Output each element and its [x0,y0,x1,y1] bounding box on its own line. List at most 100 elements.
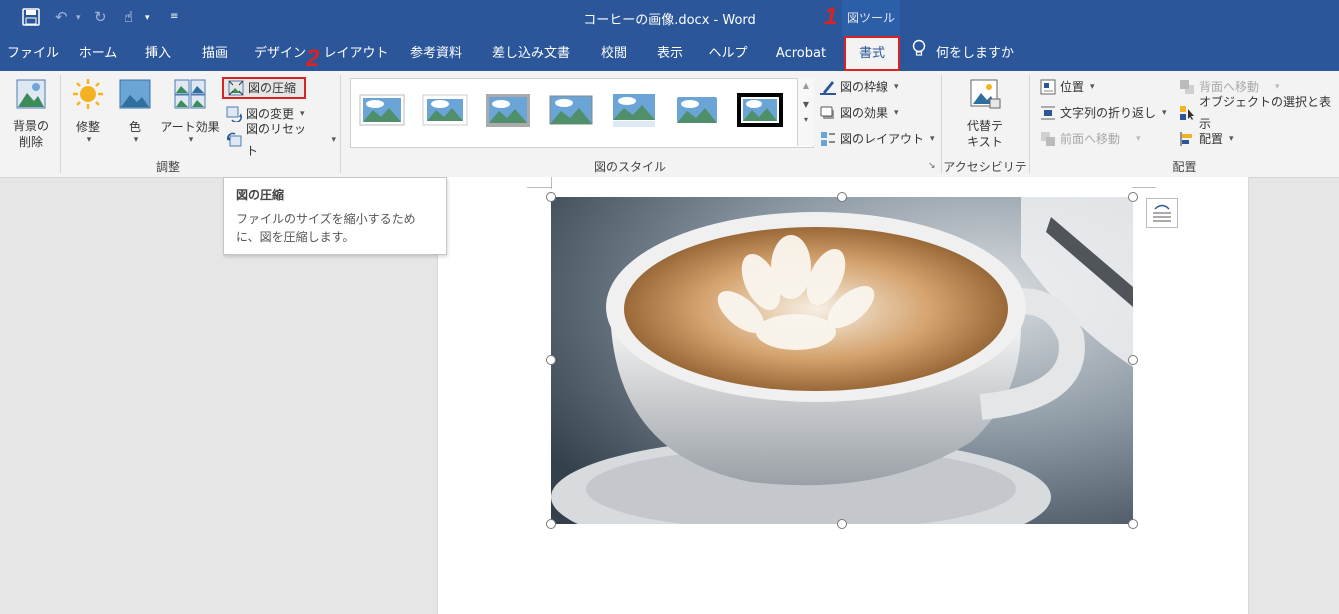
wrap-text-button[interactable]: 文字列の折り返し ▾ [1040,102,1175,124]
layout-options-icon [1153,204,1171,222]
ribbon: 背景の 削除 修整 ▾ 色 ▾ アート効果 ▾ 図の圧縮 図の変更 ▾ 図のリセッ… [0,71,1339,191]
chevron-down-icon: ▾ [133,135,139,145]
style-thumb-4[interactable] [548,90,594,130]
picture-effects-icon [820,106,834,119]
tab-home[interactable]: ホーム [66,36,130,71]
style-thumb-2[interactable] [422,90,468,130]
style-thumb-5[interactable] [611,90,657,130]
gallery-scroll[interactable]: ▲ ▼ ▾ [797,78,814,146]
picture-effects-button[interactable]: 図の効果 ▾ [820,102,930,124]
remove-background-icon [16,79,46,109]
tab-draw[interactable]: 描画 [186,36,244,71]
style-thumb-3[interactable] [485,90,531,130]
tab-file[interactable]: ファイル [0,36,66,71]
resize-handle-left[interactable] [546,355,556,365]
position-label: 位置 [1060,80,1085,94]
group-label-picture-styles: 図のスタイル [593,160,666,174]
corrections-label: 修整 [75,120,100,134]
compress-pictures-label: 図の圧縮 [248,81,297,95]
color-picture-icon [119,79,151,109]
selection-pane-button[interactable]: オブジェクトの選択と表示 [1179,95,1339,131]
remove-background-button[interactable]: 背景の 削除 [8,77,54,150]
gallery-more-icon[interactable]: ▾ [798,115,814,124]
picture-border-button[interactable]: 図の枠線 ▾ [820,76,930,98]
coffee-photo[interactable] [551,197,1133,524]
chevron-down-icon: ▾ [1229,134,1234,144]
picture-layout-button[interactable]: 図のレイアウト ▾ [820,128,940,150]
chevron-down-icon: ▾ [1136,134,1141,144]
style-thumb-7[interactable] [737,90,783,130]
resize-handle-bottom[interactable] [837,519,847,529]
style-thumb-6[interactable] [674,90,720,130]
step-badge-1: 1 [824,3,838,30]
tab-insert[interactable]: 挿入 [130,36,186,71]
artistic-effects-button[interactable]: アート効果 ▾ [158,77,222,145]
chevron-down-icon: ▾ [331,135,336,145]
tab-layout[interactable]: レイアウト [316,36,396,71]
tab-help[interactable]: ヘルプ [698,36,758,71]
artistic-effects-label: アート効果 [160,120,220,134]
reset-picture-label: 図のリセット [246,122,307,158]
picture-layout-icon [821,132,835,146]
corrections-sun-icon [73,79,103,109]
chevron-down-icon: ▾ [894,82,899,92]
bring-forward-icon [1041,132,1055,146]
reset-picture-button[interactable]: 図のリセット ▾ [226,122,336,158]
bring-forward-button[interactable]: 前面へ移動 ▾ [1040,128,1160,150]
margin-marker [527,187,551,188]
step-badge-2: 2 [306,45,320,72]
tab-mailings[interactable]: 差し込み文書 [476,36,586,71]
tooltip-title: 図の圧縮 [236,188,285,202]
align-label: 配置 [1199,132,1224,146]
picture-tools-context-label: 図ツール [842,0,900,36]
artistic-effects-icon [174,79,206,109]
group-label-adjust: 調整 [155,160,180,174]
picture-border-icon [820,81,836,95]
tab-view[interactable]: 表示 [642,36,698,71]
chevron-down-icon: ▾ [188,135,194,145]
wrap-text-label: 文字列の折り返し [1060,106,1157,120]
tell-me-label: 何をしますか [936,46,1015,61]
tooltip-body: ファイルのサイズを縮小するために、図を圧縮します。 [236,212,416,244]
color-button[interactable]: 色 ▾ [114,77,156,145]
tab-review[interactable]: 校閲 [586,36,642,71]
ribbon-tab-bar: ファイル ホーム 挿入 描画 デザイン レイアウト 参考資料 差し込み文書 校閲… [0,36,1339,71]
tab-acrobat[interactable]: Acrobat [758,36,844,71]
resize-handle-right[interactable] [1128,355,1138,365]
remove-background-label: 背景の 削除 [12,119,49,149]
style-thumb-1[interactable] [359,90,405,130]
align-button[interactable]: 配置 ▾ [1179,128,1259,150]
margin-marker [1132,187,1156,188]
picture-styles-gallery [350,78,814,148]
resize-handle-top-right[interactable] [1128,192,1138,202]
tab-references[interactable]: 参考資料 [396,36,476,71]
scroll-down-icon[interactable]: ▼ [798,100,814,109]
layout-options-button[interactable] [1146,198,1178,228]
bring-forward-label: 前面へ移動 [1060,132,1121,146]
picture-layout-label: 図のレイアウト [840,132,925,146]
tab-format[interactable]: 書式 [844,36,900,71]
document-title: コーヒーの画像.docx - Word [583,13,756,28]
tell-me-box[interactable]: 何をしますか [912,36,1022,71]
picture-effects-label: 図の効果 [840,106,889,120]
reset-picture-icon [227,132,242,147]
scroll-up-icon[interactable]: ▲ [798,81,814,90]
resize-handle-bottom-left[interactable] [546,519,556,529]
change-picture-icon [226,106,242,122]
separator [340,75,341,173]
send-backward-icon [1180,80,1194,94]
compress-pictures-tooltip: 図の圧縮 ファイルのサイズを縮小するために、図を圧縮します。 [223,177,447,255]
resize-handle-bottom-right[interactable] [1128,519,1138,529]
compress-pictures-button[interactable]: 図の圧縮 [222,77,306,99]
align-icon [1180,132,1192,146]
alt-text-button[interactable]: 代替テ キスト [956,77,1014,150]
resize-handle-top-left[interactable] [546,192,556,202]
corrections-button[interactable]: 修整 ▾ [66,77,110,145]
resize-handle-top[interactable] [837,192,847,202]
alt-text-label: 代替テ キスト [966,119,1003,149]
margin-marker [551,177,552,189]
alt-text-icon [970,79,1001,109]
position-button[interactable]: 位置 ▾ [1040,76,1160,98]
dialog-launcher-icon[interactable]: ↘ [928,161,936,171]
color-label: 色 [128,120,141,134]
